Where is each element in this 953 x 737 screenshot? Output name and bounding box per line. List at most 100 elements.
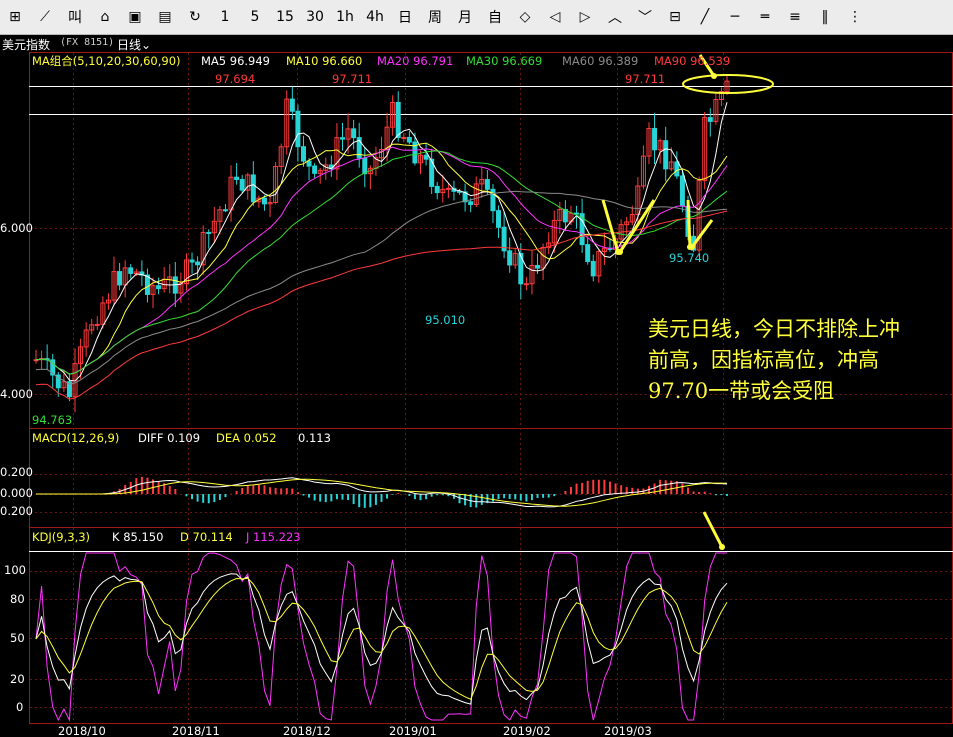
candle-body — [239, 178, 245, 191]
macd-axis-2: 0.200 — [0, 504, 33, 518]
date-label: 2018/12 — [283, 724, 331, 737]
candle-body — [585, 244, 591, 262]
ma-group-label: MA组合(5,10,20,30,60,90) — [32, 54, 181, 68]
candle-body — [523, 283, 529, 286]
macd-axis-1: 0.000 — [0, 486, 33, 500]
macd-value: 0.113 — [298, 431, 331, 445]
kdj-axis-20: 20 — [10, 672, 25, 686]
candle-body — [679, 175, 685, 207]
price-axis-low: 4.000 — [0, 387, 33, 401]
kdj-j: J 115.223 — [245, 530, 301, 544]
candle-body — [312, 165, 318, 174]
ma10-value: MA10 96.660 — [286, 54, 362, 68]
candle-body — [206, 231, 212, 234]
candle-body — [289, 98, 295, 112]
kdj-axis-0: 0 — [16, 700, 23, 714]
candle-body — [496, 210, 502, 228]
ma30-value: MA30 96.669 — [466, 54, 542, 68]
ma20-value: MA20 96.791 — [377, 54, 453, 68]
arrow-line — [601, 199, 620, 253]
macd-name: MACD(12,26,9) — [32, 431, 119, 445]
kdj-axis-80: 80 — [10, 592, 25, 606]
date-label: 2018/10 — [58, 724, 106, 737]
candle-body — [707, 117, 713, 122]
candle-body — [351, 128, 357, 139]
candle-body — [434, 185, 440, 194]
macd-diff: DIFF 0.109 — [138, 431, 200, 445]
ma30-line — [35, 150, 728, 375]
kdj-axis-50: 50 — [10, 631, 25, 645]
bottom-label: 94.763 — [32, 413, 72, 427]
annotation-line: 前高，因指标高位，冲高 — [648, 348, 879, 372]
kdj-axis-100: 100 — [4, 563, 26, 577]
ma5-value: MA5 96.949 — [201, 54, 270, 68]
candle-body — [250, 174, 256, 203]
kdj-k: K 85.150 — [112, 530, 163, 544]
candle-body — [128, 267, 134, 274]
candle-body — [117, 271, 123, 286]
candle-body — [590, 260, 596, 277]
macd-axis-0: 0.200 — [0, 465, 33, 479]
candle-body — [94, 323, 100, 326]
high-label-1: 97.694 — [215, 72, 255, 86]
date-label: 2018/11 — [172, 724, 220, 737]
price-axis-mid: 6.000 — [0, 221, 33, 235]
highlight-ellipse — [682, 74, 774, 94]
arrow-line — [702, 511, 724, 548]
date-label: 2019/01 — [389, 724, 437, 737]
candle-body — [445, 187, 451, 190]
macd-panel — [36, 476, 728, 508]
candle-body — [295, 110, 301, 148]
arrow-head — [711, 73, 717, 79]
date-label: 2019/03 — [604, 724, 652, 737]
candle-body — [362, 157, 368, 175]
ma-legend: MA组合(5,10,20,30,60,90) MA5 96.949 MA10 9… — [32, 54, 730, 68]
annotation-marks — [601, 54, 774, 550]
macd-diff-line — [36, 477, 728, 508]
low-label-2: 95.740 — [669, 251, 709, 265]
ma60-value: MA60 96.389 — [562, 54, 638, 68]
candle-body — [395, 101, 401, 138]
candle-body — [401, 136, 407, 139]
candle-body — [535, 264, 541, 269]
candle-body — [574, 212, 580, 215]
candle-body — [195, 261, 201, 266]
ma20-line — [35, 146, 728, 375]
macd-dea: DEA 0.052 — [216, 431, 277, 445]
candle-body — [261, 197, 267, 205]
arrow-head — [689, 244, 695, 250]
kdj-name: KDJ(9,3,3) — [32, 530, 90, 544]
arrow-line — [618, 199, 656, 253]
candle-body — [484, 179, 490, 190]
date-label: 2019/02 — [503, 724, 551, 737]
low-label-1: 95.010 — [425, 313, 465, 327]
annotation-line: 美元日线，今日不排除上冲 — [648, 317, 900, 341]
arrow-line — [686, 199, 692, 248]
candle-body — [306, 160, 312, 167]
ma60-line — [35, 190, 728, 385]
kdj-panel — [35, 552, 728, 722]
candle-body — [222, 209, 228, 212]
candle-body — [300, 146, 306, 162]
candle-body — [423, 154, 429, 160]
candle-body — [234, 176, 240, 180]
arrow-line — [690, 219, 714, 248]
candle-body — [156, 285, 162, 290]
kdj-d: D 70.114 — [180, 530, 233, 544]
arrow-head — [719, 544, 725, 550]
candle-body — [652, 127, 658, 151]
date-axis: 2018/10 2018/11 2018/12 2019/01 2019/02 … — [58, 724, 652, 737]
candle-body — [406, 136, 412, 143]
ma90-value: MA90 96.539 — [654, 54, 730, 68]
candle-body — [507, 250, 513, 266]
annotation-line: 97.70一带或会受阻 — [648, 379, 835, 403]
high-label-2: 97.711 — [332, 72, 372, 86]
high-label-3: 97.711 — [625, 72, 665, 86]
arrow-head — [617, 249, 623, 255]
candle-body — [339, 137, 345, 140]
analysis-annotation: 美元日线，今日不排除上冲 前高，因指标高位，冲高 97.70一带或会受阻 — [648, 314, 948, 407]
candle-body — [468, 201, 474, 206]
candle-body — [674, 161, 680, 177]
candle-body — [189, 259, 195, 263]
candle-body — [663, 140, 669, 170]
